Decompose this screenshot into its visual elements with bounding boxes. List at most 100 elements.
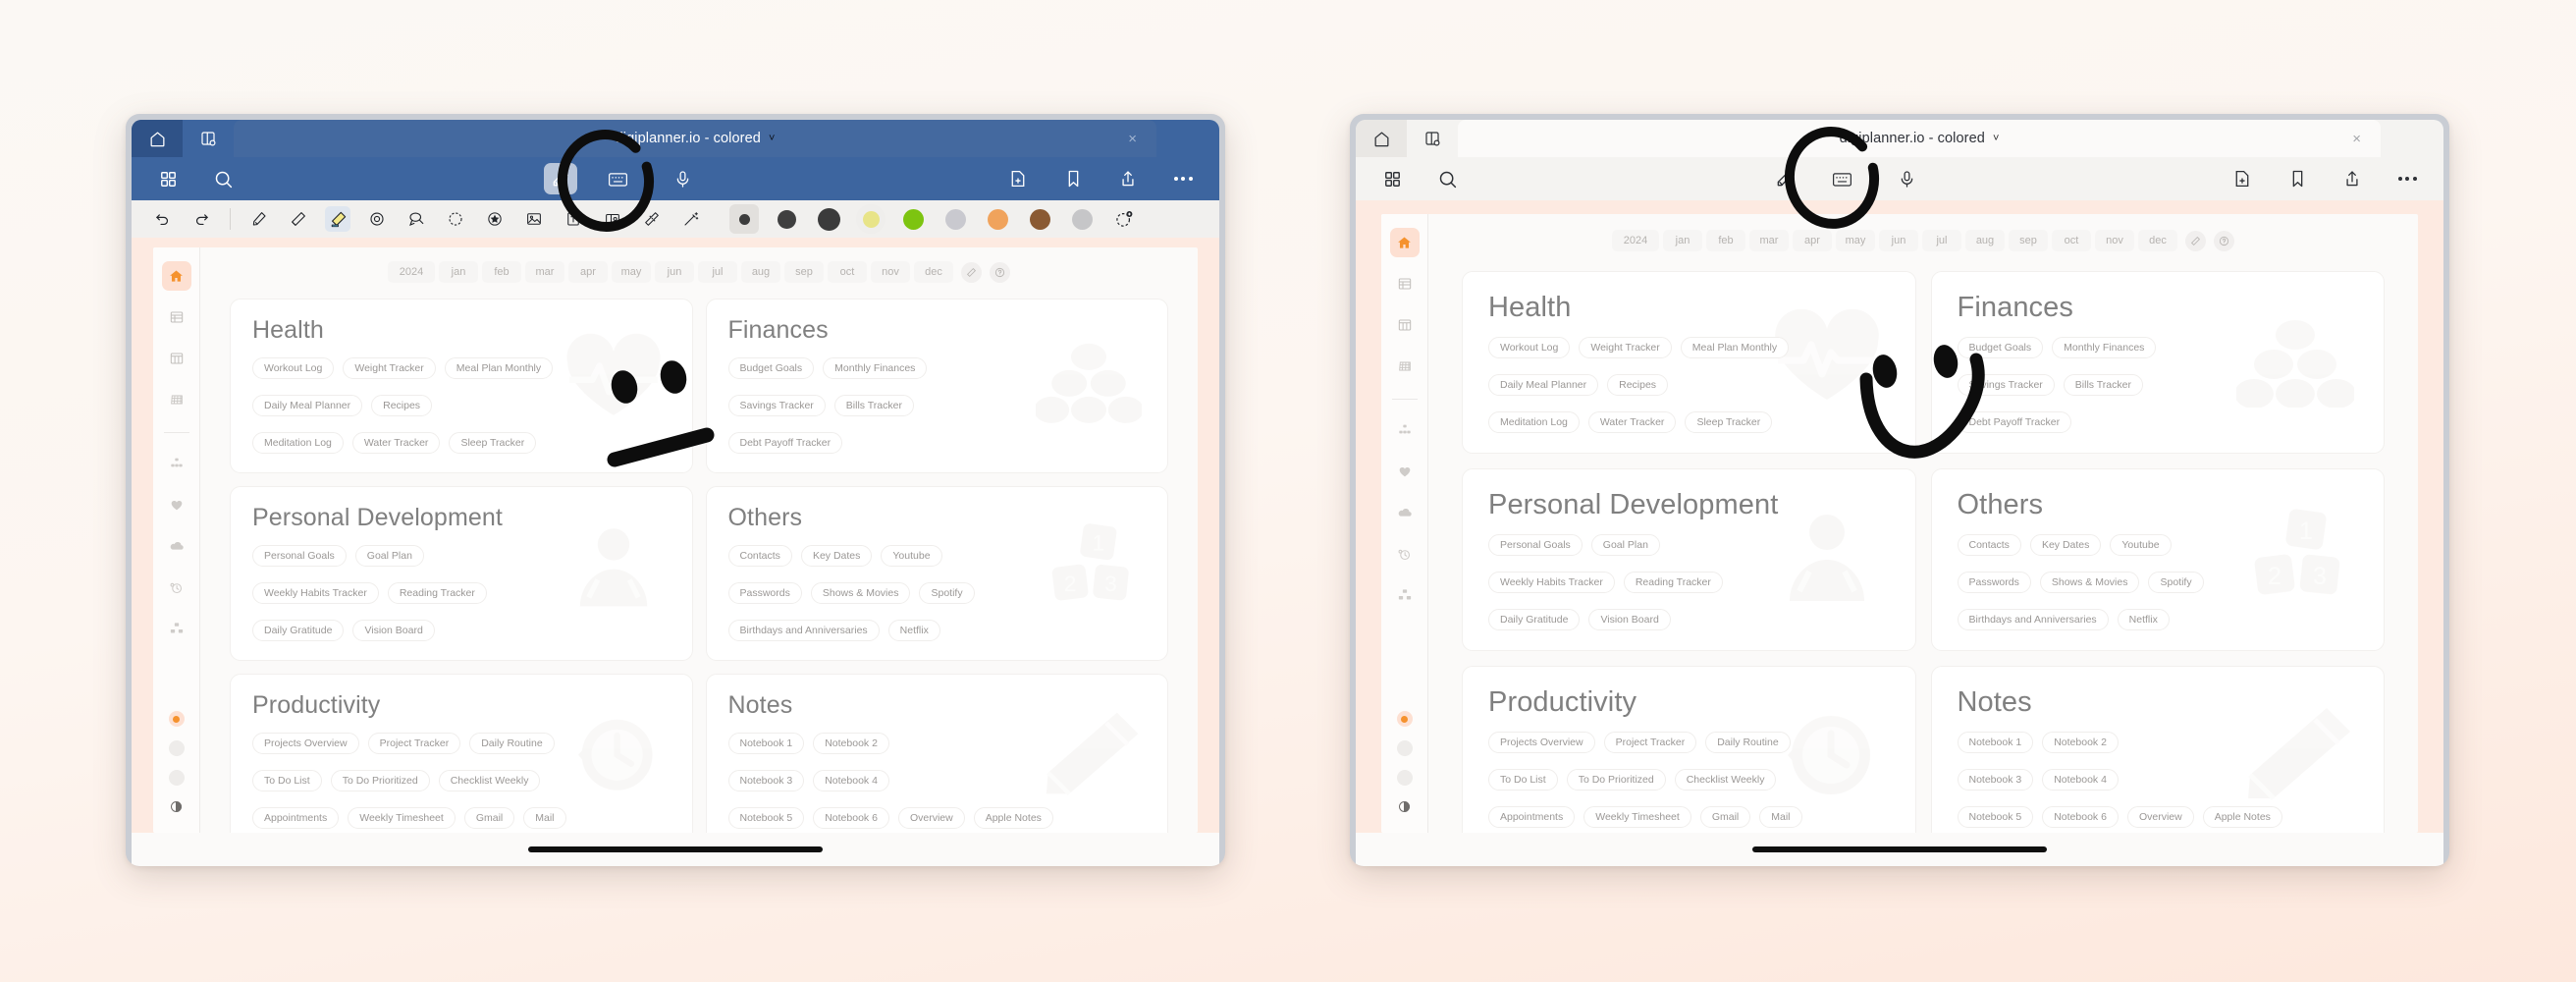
chip[interactable]: Personal Goals	[1488, 534, 1583, 556]
chip[interactable]: Notebook 4	[2042, 769, 2119, 791]
swatch-black-small[interactable]	[729, 204, 759, 234]
sidebar-item-recent[interactable]	[162, 573, 191, 602]
chip[interactable]: Daily Meal Planner	[252, 395, 363, 416]
sidebar-item-hierarchy[interactable]	[1390, 415, 1420, 445]
card-finances[interactable]: Finances Budget Goals Monthly Finances S…	[1930, 271, 2385, 454]
chip[interactable]: Bills Tracker	[833, 395, 914, 416]
swatch-dark-grey[interactable]	[772, 204, 801, 234]
month-tab-oct[interactable]: oct	[2052, 230, 2091, 251]
chip[interactable]: Daily Gratitude	[1488, 609, 1581, 630]
lasso-cut-icon[interactable]	[403, 206, 429, 232]
chip[interactable]: Notebook 3	[727, 770, 805, 791]
chip[interactable]: Apple Notes	[2202, 806, 2282, 828]
sidebar-contrast-toggle[interactable]	[169, 799, 185, 815]
chip[interactable]: Shows & Movies	[2039, 572, 2140, 593]
add-color-icon[interactable]	[1109, 204, 1139, 234]
chip[interactable]: Recipes	[1607, 374, 1669, 396]
chip[interactable]: Shows & Movies	[810, 582, 911, 604]
month-tab-may[interactable]: may	[1836, 230, 1875, 251]
chip[interactable]: Checklist Weekly	[1674, 769, 1777, 791]
help-icon[interactable]	[2214, 230, 2234, 251]
sidebar-item-columns[interactable]	[162, 344, 191, 373]
sidebar-item-home[interactable]	[161, 261, 191, 291]
chip[interactable]: Appointments	[1488, 806, 1576, 828]
keyboard-icon[interactable]	[603, 164, 632, 193]
chip[interactable]: Vision Board	[1588, 609, 1671, 630]
chip[interactable]: Debt Payoff Tracker	[1957, 411, 2072, 433]
home-icon[interactable]	[132, 120, 183, 157]
chip[interactable]: Meditation Log	[1488, 411, 1580, 433]
chip[interactable]: Daily Meal Planner	[1488, 374, 1599, 396]
month-tab-sep[interactable]: sep	[784, 261, 824, 283]
chip[interactable]: Notebook 2	[813, 733, 889, 754]
chip[interactable]: Spotify	[919, 582, 975, 604]
chip[interactable]: Meditation Log	[252, 432, 344, 454]
month-tab-jul[interactable]: jul	[1922, 230, 1961, 251]
home-icon[interactable]	[1356, 120, 1407, 157]
highlighter-icon[interactable]	[325, 206, 350, 232]
text-box-icon[interactable]	[561, 206, 586, 232]
more-options-icon[interactable]	[2392, 164, 2422, 193]
chip[interactable]: Youtube	[881, 545, 942, 567]
chip[interactable]: Weekly Habits Tracker	[252, 582, 379, 604]
sidebar-item-hierarchy[interactable]	[162, 449, 191, 478]
sidebar-item-grid[interactable]	[1390, 352, 1420, 381]
sidebar-theme-orange[interactable]	[1396, 711, 1413, 727]
sidebar-item-cloud[interactable]	[162, 531, 191, 561]
chip[interactable]: Daily Gratitude	[252, 620, 345, 641]
pen-tool-icon[interactable]	[1768, 163, 1801, 194]
month-tab-jul[interactable]: jul	[698, 261, 737, 283]
month-tab-mar[interactable]: mar	[1749, 230, 1789, 251]
chip[interactable]: Sleep Tracker	[449, 432, 537, 454]
window-left[interactable]: digiplanner.io - colored ˅ × 2024 jan fe…	[126, 114, 1225, 866]
card-finances[interactable]: Finances Budget Goals Monthly Finances S…	[705, 299, 1168, 473]
card-health[interactable]: Health Workout Log Weight Tracker Meal P…	[230, 299, 693, 473]
chevron-down-icon[interactable]: ˅	[769, 133, 775, 144]
month-tab-may[interactable]: may	[612, 261, 651, 283]
chip[interactable]: Youtube	[2110, 534, 2172, 556]
more-options-icon[interactable]	[1168, 164, 1198, 193]
grid-view-icon[interactable]	[153, 164, 183, 193]
chip[interactable]: To Do Prioritized	[1566, 769, 1666, 791]
swatch-light-grey[interactable]	[940, 204, 970, 234]
chip[interactable]: Notebook 5	[1957, 806, 2034, 828]
close-icon[interactable]: ×	[2352, 131, 2361, 147]
sidebar-contrast-toggle[interactable]	[1397, 799, 1413, 815]
chip[interactable]: Project Tracker	[367, 733, 461, 754]
chip[interactable]: Monthly Finances	[2052, 337, 2157, 358]
swatch-silver[interactable]	[1067, 204, 1097, 234]
chip[interactable]: Netflix	[887, 620, 940, 641]
edit-pencil-icon[interactable]	[2185, 230, 2206, 251]
chip[interactable]: Gmail	[1699, 806, 1751, 828]
chip[interactable]: Bills Tracker	[2063, 374, 2143, 396]
chip[interactable]: Daily Routine	[469, 733, 555, 754]
swatch-orange[interactable]	[983, 204, 1012, 234]
month-tab-dec[interactable]: dec	[2138, 230, 2177, 251]
chip[interactable]: To Do List	[1488, 769, 1558, 791]
chip[interactable]: To Do List	[252, 770, 322, 791]
chip[interactable]: Appointments	[252, 807, 340, 829]
tab-digiplanner-right[interactable]: digiplanner.io - colored ˅ ×	[1458, 120, 2381, 157]
home-indicator-right[interactable]	[1752, 846, 2047, 852]
chip[interactable]: Notebook 6	[2042, 806, 2119, 828]
chip[interactable]: Vision Board	[352, 620, 435, 641]
chip[interactable]: Recipes	[371, 395, 433, 416]
swatch-pale-yellow[interactable]	[856, 204, 886, 234]
chip[interactable]: Weekly Timesheet	[1583, 806, 1691, 828]
chip[interactable]: Project Tracker	[1603, 732, 1697, 753]
month-tab-sep[interactable]: sep	[2009, 230, 2048, 251]
ruler-icon[interactable]	[639, 206, 665, 232]
window-right[interactable]: digiplanner.io - colored ˅ × 2024 jan fe…	[1350, 114, 2449, 866]
new-page-icon[interactable]	[2227, 164, 2257, 193]
month-tab-apr[interactable]: apr	[568, 261, 608, 283]
chip[interactable]: Notebook 2	[2042, 732, 2119, 753]
chip[interactable]: Budget Goals	[1957, 337, 2044, 358]
share-icon[interactable]	[2337, 164, 2367, 193]
chip[interactable]: To Do Prioritized	[330, 770, 430, 791]
chip[interactable]: Key Dates	[800, 545, 873, 567]
search-icon[interactable]	[1432, 164, 1462, 193]
chip[interactable]: Passwords	[727, 582, 802, 604]
chip[interactable]: Water Tracker	[351, 432, 441, 454]
chip[interactable]: Apple Notes	[973, 807, 1053, 829]
chip[interactable]: Notebook 1	[727, 733, 805, 754]
